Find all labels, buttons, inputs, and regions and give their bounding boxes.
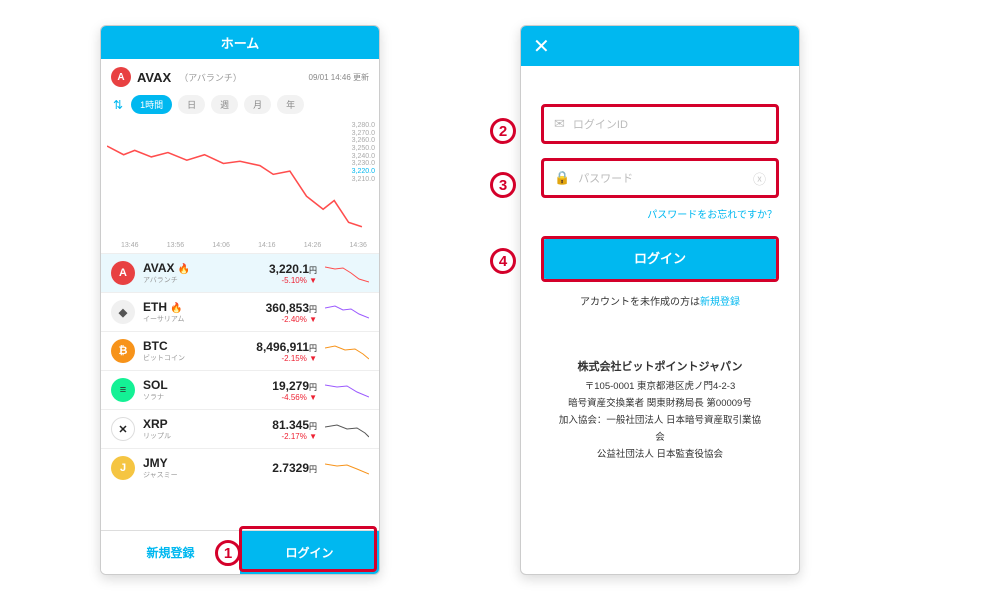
login-id-placeholder: ログインID bbox=[573, 116, 766, 132]
jmy-icon: J bbox=[111, 456, 135, 480]
clear-icon[interactable]: ⓧ bbox=[753, 169, 766, 188]
annotation-4: 4 bbox=[490, 248, 516, 274]
ticker-header: A AVAX （アバランチ） 09/01 14:46 更新 bbox=[101, 59, 379, 91]
list-item[interactable]: ◆ ETH 🔥 イーサリアム 360,853円 -2.40% ▼ bbox=[101, 292, 379, 331]
forgot-password-link[interactable]: パスワードをお忘れですか？ bbox=[543, 206, 777, 221]
annotation-1: 1 bbox=[215, 540, 241, 566]
candles-icon[interactable]: ⇅ bbox=[111, 98, 125, 112]
flame-icon: 🔥 bbox=[170, 303, 182, 314]
eth-icon: ◆ bbox=[111, 300, 135, 324]
mail-icon: ✉ bbox=[554, 116, 565, 132]
avax-icon: A bbox=[111, 261, 135, 285]
login-button[interactable]: ログイン bbox=[240, 531, 379, 574]
range-month[interactable]: 月 bbox=[244, 95, 271, 114]
range-week[interactable]: 週 bbox=[211, 95, 238, 114]
no-account-text: アカウントを未作成の方は新規登録 bbox=[543, 293, 777, 308]
annotation-3: 3 bbox=[490, 172, 516, 198]
list-item[interactable]: A AVAX 🔥 アバランチ 3,220.1円 -5.10% ▼ bbox=[101, 253, 379, 292]
btc-icon: ₿ bbox=[111, 339, 135, 363]
password-field[interactable]: 🔒 パスワード ⓧ bbox=[543, 160, 777, 196]
list-item[interactable]: ✕ XRPリップル 81.345円 -2.17% ▼ bbox=[101, 409, 379, 448]
password-placeholder: パスワード bbox=[578, 170, 745, 186]
flame-icon: 🔥 bbox=[178, 264, 190, 275]
range-year[interactable]: 年 bbox=[277, 95, 304, 114]
avax-icon: A bbox=[111, 67, 131, 87]
submit-login-button[interactable]: ログイン bbox=[543, 239, 777, 279]
ticker-symbol: AVAX bbox=[137, 70, 171, 85]
annotation-2: 2 bbox=[490, 118, 516, 144]
updated-label: 09/01 14:46 更新 bbox=[309, 72, 369, 83]
sol-icon: ≡ bbox=[111, 378, 135, 402]
list-item[interactable]: ≡ SOLソラナ 19,279円 -4.56% ▼ bbox=[101, 370, 379, 409]
login-screen: ✕ ✉ ログインID 🔒 パスワード ⓧ パスワードをお忘れですか？ ログイン … bbox=[520, 25, 800, 575]
login-id-field[interactable]: ✉ ログインID bbox=[543, 106, 777, 142]
chart-x-axis: 13:4613:56 14:0614:16 14:2614:36 bbox=[101, 242, 379, 253]
list-item[interactable]: J JMYジャスミー 2.7329円 bbox=[101, 448, 379, 487]
list-item[interactable]: ₿ BTCビットコイン 8,496,911円 -2.15% ▼ bbox=[101, 331, 379, 370]
page-title: ホーム bbox=[101, 26, 379, 59]
xrp-icon: ✕ bbox=[111, 417, 135, 441]
range-tabs: ⇅ 1時間 日 週 月 年 bbox=[101, 91, 379, 122]
range-1h[interactable]: 1時間 bbox=[131, 95, 172, 114]
price-chart[interactable]: 3,280.03,270.0 3,260.03,250.0 3,240.03,2… bbox=[101, 122, 379, 242]
coin-list: A AVAX 🔥 アバランチ 3,220.1円 -5.10% ▼ ◆ ETH 🔥… bbox=[101, 253, 379, 487]
signup-link[interactable]: 新規登録 bbox=[700, 297, 740, 308]
home-screen: ホーム A AVAX （アバランチ） 09/01 14:46 更新 ⇅ 1時間 … bbox=[100, 25, 380, 575]
chart-y-axis: 3,280.03,270.0 3,260.03,250.0 3,240.03,2… bbox=[352, 122, 375, 184]
lock-icon: 🔒 bbox=[554, 170, 570, 186]
close-bar: ✕ bbox=[521, 26, 799, 66]
ticker-subname: （アバランチ） bbox=[179, 71, 242, 84]
company-info: 株式会社ビットポイントジャパン 〒105-0001 東京都港区虎ノ門4-2-3 … bbox=[543, 358, 777, 463]
range-day[interactable]: 日 bbox=[178, 95, 205, 114]
close-icon[interactable]: ✕ bbox=[533, 34, 550, 59]
